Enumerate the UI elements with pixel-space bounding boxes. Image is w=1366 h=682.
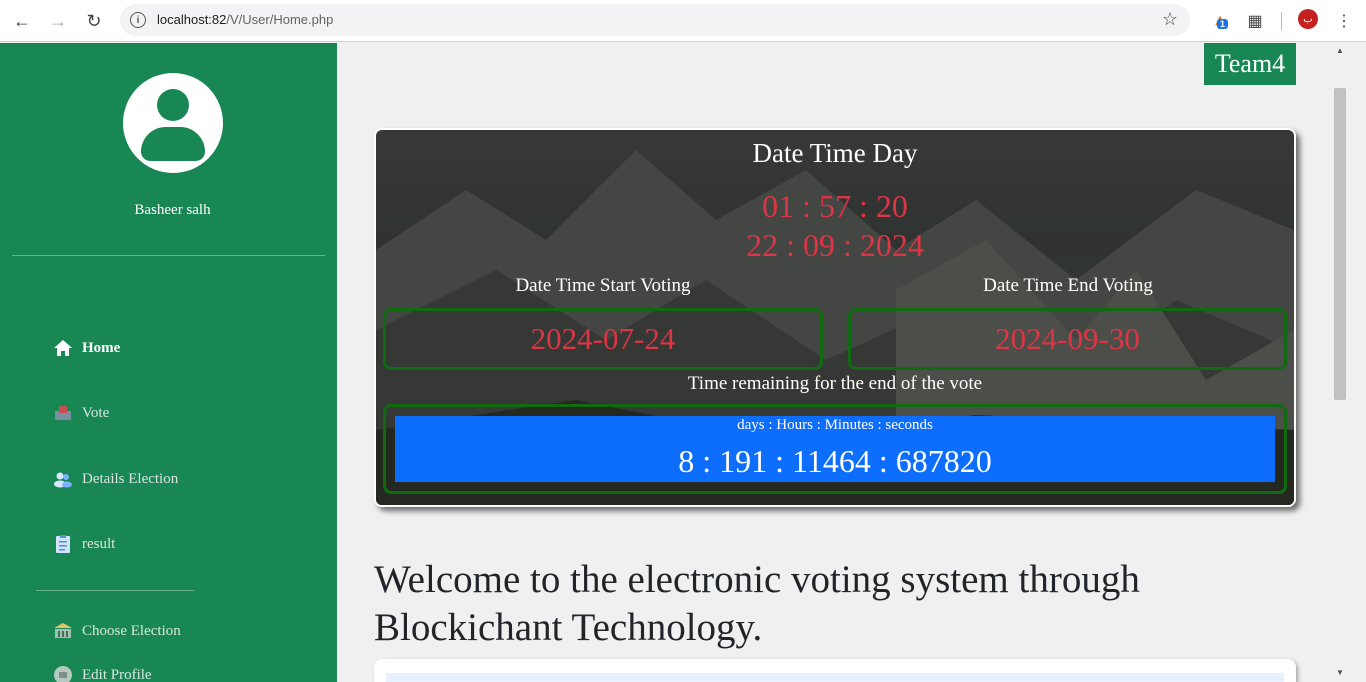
sidebar-item-vote[interactable]: Vote bbox=[52, 401, 109, 425]
sidebar-divider bbox=[12, 255, 325, 256]
clipboard-icon bbox=[52, 533, 74, 555]
countdown-units: days : Hours : Minutes : seconds bbox=[737, 417, 933, 433]
content-card-inner bbox=[386, 673, 1284, 682]
people-icon bbox=[52, 468, 74, 490]
sidebar: Basheer salh Home Vote Details Election … bbox=[0, 43, 337, 682]
team-badge: Team4 bbox=[1204, 43, 1296, 85]
profile-avatar[interactable]: ب bbox=[1298, 9, 1318, 29]
sidebar-item-label: Choose Election bbox=[82, 622, 181, 639]
sidebar-item-label: Vote bbox=[82, 404, 110, 421]
building-icon bbox=[52, 620, 74, 642]
sidebar-item-label: Details Election bbox=[82, 470, 179, 487]
sidebar-item-choose-election[interactable]: Choose Election bbox=[52, 619, 181, 643]
sidebar-item-home[interactable]: Home bbox=[52, 336, 120, 360]
toolbar-separator bbox=[1281, 12, 1282, 30]
ballot-box-icon bbox=[52, 402, 74, 424]
start-voting-date: 2024-07-24 bbox=[383, 308, 823, 370]
url-text: localhost:82/V/User/Home.php bbox=[157, 12, 334, 27]
page-scrollbar[interactable] bbox=[1331, 43, 1349, 682]
scrollbar-thumb[interactable] bbox=[1334, 88, 1346, 400]
welcome-heading: Welcome to the electronic voting system … bbox=[374, 556, 1254, 652]
start-voting-label: Date Time Start Voting bbox=[515, 275, 691, 296]
username: Basheer salh bbox=[134, 202, 211, 218]
time-remaining-box: days : Hours : Minutes : seconds 8 : 191… bbox=[383, 404, 1287, 494]
bookmark-star-icon[interactable]: ☆ bbox=[1162, 9, 1178, 30]
address-bar[interactable]: i localhost:82/V/User/Home.php ☆ bbox=[120, 4, 1190, 36]
voting-date-card: Date Time Day 01 : 57 : 20 22 : 09 : 202… bbox=[374, 128, 1296, 507]
user-avatar-icon bbox=[123, 73, 223, 173]
reload-icon[interactable]: ↻ bbox=[82, 9, 106, 33]
welcome-line-1: Welcome to the electronic voting system … bbox=[374, 558, 1140, 601]
browser-toolbar: ← → ↻ i localhost:82/V/User/Home.php ☆ ▲… bbox=[0, 0, 1366, 42]
start-voting-value: 2024-07-24 bbox=[530, 321, 676, 356]
card-title: Date Time Day bbox=[752, 138, 918, 168]
sidebar-item-label: Edit Profile bbox=[82, 666, 152, 682]
sidebar-item-result[interactable]: result bbox=[52, 532, 115, 556]
extension-badge: 1 bbox=[1217, 19, 1229, 29]
current-time: 01 : 57 : 20 bbox=[762, 188, 908, 224]
time-remaining-label: Time remaining for the end of the vote bbox=[687, 373, 983, 394]
scroll-down-arrow-icon[interactable]: ▼ bbox=[1336, 668, 1344, 677]
sidebar-divider bbox=[36, 590, 194, 591]
sidebar-item-label: Home bbox=[82, 339, 121, 356]
forward-arrow-icon[interactable]: → bbox=[46, 9, 70, 33]
sidebar-item-details-election[interactable]: Details Election bbox=[52, 467, 178, 491]
end-voting-value: 2024-09-30 bbox=[995, 321, 1140, 356]
profile-icon bbox=[52, 664, 74, 682]
site-info-icon[interactable]: i bbox=[130, 12, 146, 28]
current-date: 22 : 09 : 2024 bbox=[746, 227, 924, 263]
extensions-puzzle-icon[interactable]: ▦ bbox=[1243, 9, 1267, 33]
scroll-up-arrow-icon[interactable]: ▲ bbox=[1336, 46, 1344, 55]
sidebar-item-label: result bbox=[82, 535, 116, 552]
welcome-line-2: Blockichant Technology. bbox=[374, 606, 763, 649]
end-voting-label: Date Time End Voting bbox=[983, 275, 1153, 296]
countdown-panel: days : Hours : Minutes : seconds 8 : 191… bbox=[395, 416, 1275, 482]
back-arrow-icon[interactable]: ← bbox=[10, 9, 34, 33]
content-card bbox=[374, 659, 1296, 682]
countdown-value: 8 : 191 : 11464 : 687820 bbox=[678, 443, 992, 479]
menu-kebab-icon[interactable]: ⋮ bbox=[1332, 9, 1356, 33]
sidebar-item-edit-profile[interactable]: Edit Profile bbox=[52, 663, 152, 682]
home-icon bbox=[52, 337, 74, 359]
end-voting-date: 2024-09-30 bbox=[848, 308, 1287, 370]
